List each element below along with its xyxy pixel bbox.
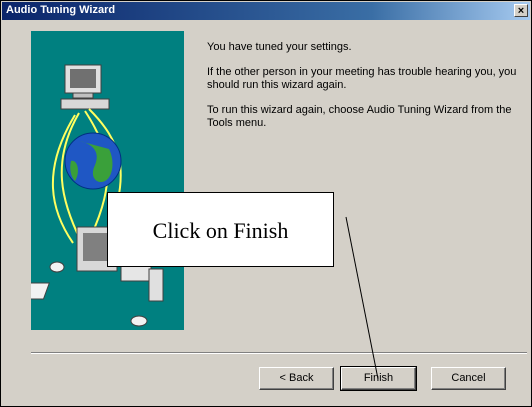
instruction-callout: Click on Finish <box>107 192 334 267</box>
